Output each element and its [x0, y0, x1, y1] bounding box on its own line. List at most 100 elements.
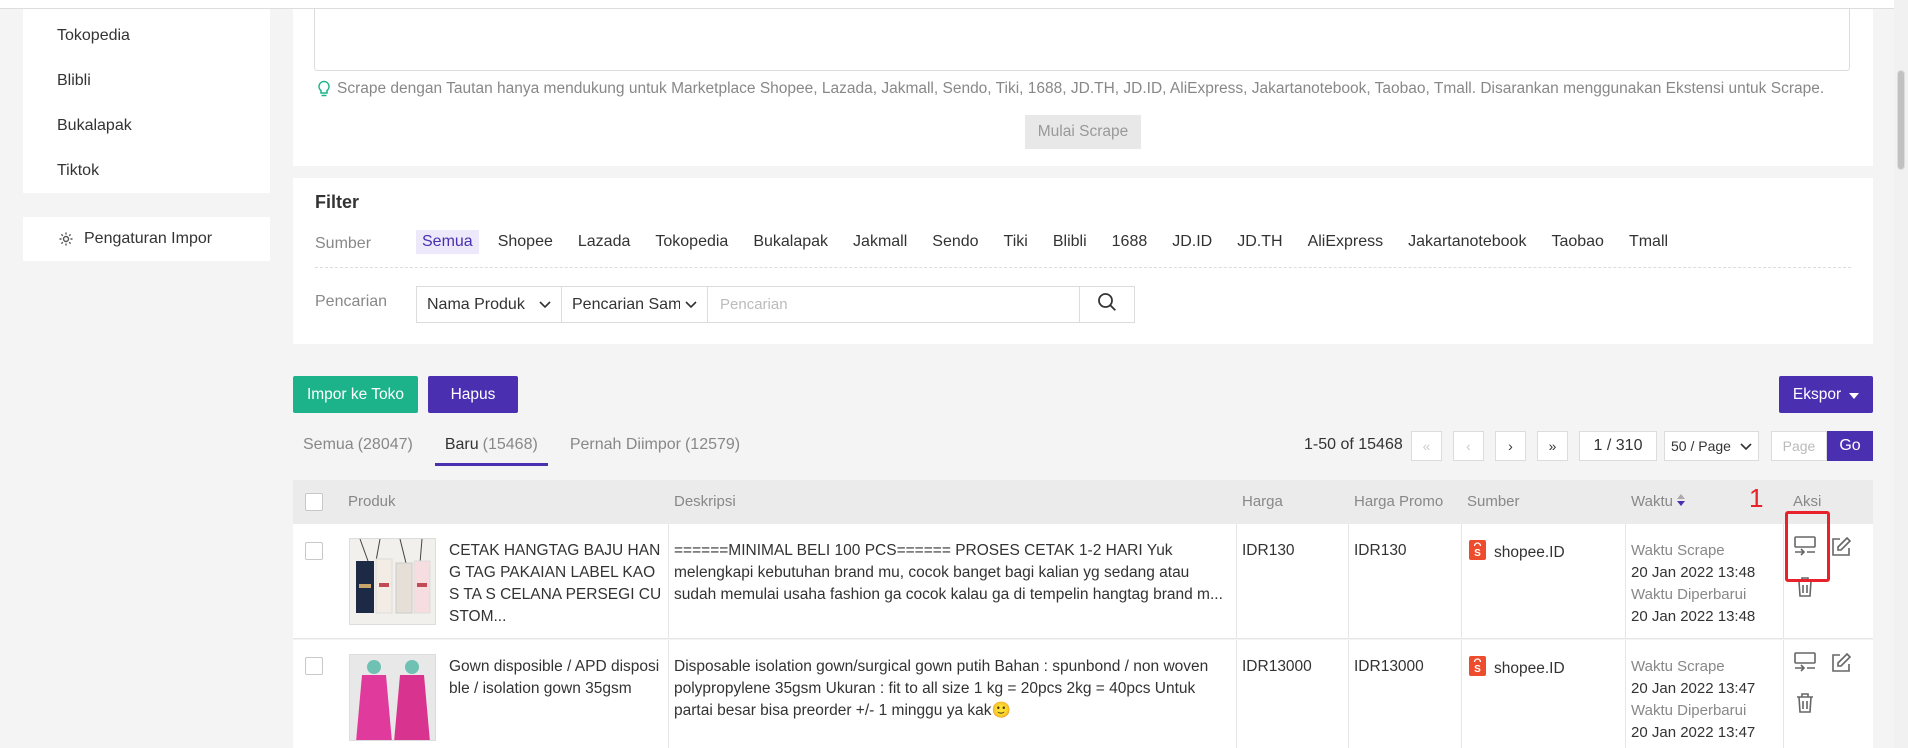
svg-text:S: S — [1474, 548, 1481, 559]
row-checkbox[interactable] — [305, 542, 323, 560]
annotation-number: 1 — [1749, 483, 1764, 513]
product-price: IDR130 — [1242, 542, 1295, 559]
chevron-left-icon: ‹ — [1466, 438, 1471, 454]
sidebar-item-tiktok[interactable]: Tiktok — [57, 162, 99, 180]
product-description: Disposable isolation gown/surgical gown … — [674, 658, 1209, 719]
source-option-lazada[interactable]: Lazada — [572, 230, 637, 254]
scrape-card: Scrape dengan Tautan hanya mendukung unt… — [293, 9, 1873, 166]
prev-page-button[interactable]: ‹ — [1453, 431, 1484, 461]
source-option-shopee[interactable]: Shopee — [492, 230, 559, 254]
sidebar-item-blibli[interactable]: Blibli — [57, 72, 91, 90]
svg-text:S: S — [1474, 664, 1481, 675]
source-option-jd-id[interactable]: JD.ID — [1166, 230, 1218, 254]
source-option-taobao[interactable]: Taobao — [1545, 230, 1610, 254]
annotation-highlight-box — [1785, 511, 1830, 582]
source-option-jd-th[interactable]: JD.TH — [1231, 230, 1288, 254]
last-page-button[interactable]: » — [1537, 431, 1568, 461]
first-page-button[interactable]: « — [1411, 431, 1442, 461]
page-size-select[interactable]: 50 / Page — [1664, 431, 1759, 461]
product-description: ======MINIMAL BELI 100 PCS====== PROSES … — [674, 542, 1223, 603]
search-field-value: Nama Produk — [427, 295, 525, 313]
import-product-icon[interactable] — [1792, 650, 1818, 676]
top-border — [0, 0, 1908, 9]
col-price: Harga — [1242, 493, 1283, 510]
scrollbar-thumb[interactable] — [1897, 70, 1905, 170]
source-option-jakmall[interactable]: Jakmall — [847, 230, 913, 254]
sidebar-item-import-settings[interactable]: Pengaturan Impor — [23, 217, 270, 261]
search-icon — [1097, 292, 1117, 317]
product-thumbnail[interactable] — [349, 654, 436, 741]
col-time[interactable]: Waktu — [1631, 493, 1686, 510]
chevron-down-icon — [1740, 438, 1752, 454]
edit-icon[interactable] — [1828, 534, 1854, 560]
source-option-sendo[interactable]: Sendo — [926, 230, 984, 254]
delete-icon[interactable] — [1792, 690, 1818, 716]
search-match-select[interactable]: Pencarian Sam — [562, 286, 708, 323]
table-header: Produk Deskripsi Harga Harga Promo Sumbe… — [293, 480, 1873, 524]
search-input[interactable] — [708, 286, 1080, 323]
status-tabs: Semua (28047) Baru (15468) Pernah Diimpor(… — [293, 433, 762, 466]
product-source: Sshopee.ID — [1469, 656, 1565, 680]
next-page-button[interactable]: › — [1495, 431, 1526, 461]
product-promo-price: IDR130 — [1354, 542, 1407, 559]
source-option-semua[interactable]: Semua — [416, 230, 479, 254]
scrape-url-textarea[interactable] — [314, 9, 1850, 71]
scrape-hint-text: Scrape dengan Tautan hanya mendukung unt… — [337, 80, 1825, 97]
sidebar-item-tokopedia[interactable]: Tokopedia — [57, 27, 130, 45]
filter-divider — [315, 267, 1851, 268]
col-description: Deskripsi — [674, 493, 736, 510]
col-action: Aksi — [1793, 493, 1822, 510]
goto-page-input[interactable]: Page — [1771, 431, 1827, 461]
sidebar-item-bukalapak[interactable]: Bukalapak — [57, 117, 132, 135]
product-name[interactable]: Gown disposible / APD disposi ble / isol… — [449, 656, 664, 700]
double-chevron-right-icon: » — [1548, 438, 1557, 454]
scrape-hint: Scrape dengan Tautan hanya mendukung unt… — [317, 80, 1824, 98]
export-button[interactable]: Ekspor — [1779, 376, 1873, 413]
source-option-tokopedia[interactable]: Tokopedia — [649, 230, 734, 254]
product-source: Sshopee.ID — [1469, 540, 1565, 564]
chevron-down-icon — [685, 296, 697, 314]
source-option-jakartanotebook[interactable]: Jakartanotebook — [1402, 230, 1532, 254]
scrape-time: 20 Jan 2022 13:47 — [1631, 680, 1756, 697]
tab-label: Pernah Diimpor — [569, 436, 681, 453]
select-all-checkbox[interactable] — [305, 493, 323, 511]
gear-icon — [58, 231, 74, 247]
page-indicator: 1 / 310 — [1579, 431, 1657, 461]
tab-label: Baru — [444, 436, 479, 453]
product-thumbnail[interactable] — [349, 538, 436, 625]
import-to-store-button[interactable]: Impor ke Toko — [293, 376, 418, 413]
chevron-right-icon: › — [1508, 438, 1513, 454]
scrollbar[interactable] — [1894, 0, 1908, 748]
go-button[interactable]: Go — [1827, 431, 1873, 461]
search-field-select[interactable]: Nama Produk — [416, 286, 562, 323]
delete-button[interactable]: Hapus — [428, 376, 518, 413]
edit-icon[interactable] — [1828, 650, 1854, 676]
source-name: shopee.ID — [1494, 660, 1565, 677]
start-scrape-button[interactable]: Mulai Scrape — [1025, 115, 1141, 149]
page-size-value: 50 / Page — [1671, 438, 1731, 454]
shopee-icon: S — [1469, 656, 1486, 676]
updated-time-label: Waktu Diperbarui — [1631, 702, 1747, 719]
search-match-value: Pencarian Sam — [572, 295, 680, 313]
tab-pernah-diimpor[interactable]: Pernah Diimpor (12579) — [560, 433, 750, 466]
source-option-tiki[interactable]: Tiki — [998, 230, 1034, 254]
tab-semua[interactable]: Semua (28047) — [293, 433, 423, 466]
source-option-aliexpress[interactable]: AliExpress — [1302, 230, 1390, 254]
source-option-tmall[interactable]: Tmall — [1623, 230, 1674, 254]
scrape-time-label: Waktu Scrape — [1631, 542, 1725, 559]
time-info: Waktu Scrape 20 Jan 2022 13:48 Waktu Dip… — [1631, 540, 1755, 628]
col-product: Produk — [348, 493, 396, 510]
source-option-1688[interactable]: 1688 — [1106, 230, 1154, 254]
row-checkbox[interactable] — [305, 657, 323, 675]
product-promo-price: IDR13000 — [1354, 658, 1424, 675]
col-promo-price: Harga Promo — [1354, 493, 1444, 510]
table-row: CETAK HANGTAG BAJU HANG TAG PAKAIAN LABE… — [293, 524, 1873, 639]
source-option-bukalapak[interactable]: Bukalapak — [747, 230, 834, 254]
tab-baru[interactable]: Baru (15468) — [434, 433, 548, 466]
product-name[interactable]: CETAK HANGTAG BAJU HANG TAG PAKAIAN LABE… — [449, 540, 664, 628]
search-button[interactable] — [1080, 286, 1135, 323]
scrape-time: 20 Jan 2022 13:48 — [1631, 564, 1756, 581]
scrape-time-label: Waktu Scrape — [1631, 658, 1725, 675]
source-option-blibli[interactable]: Blibli — [1047, 230, 1093, 254]
sidebar-marketplace-list: Tokopedia Blibli Bukalapak Tiktok — [23, 9, 270, 193]
